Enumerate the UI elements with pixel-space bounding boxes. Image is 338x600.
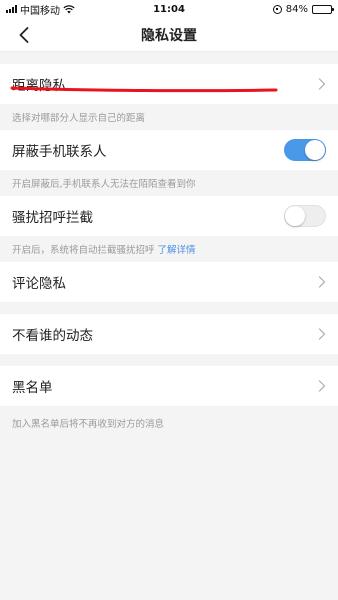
status-left: 中国移动 xyxy=(6,2,75,17)
comment-privacy-label: 评论隐私 xyxy=(12,276,66,292)
blacklist-note-text: 加入黑名单后将不再收到对方的消息 xyxy=(12,419,165,430)
status-bar: 中国移动 11:04 84% xyxy=(0,0,338,18)
harassment-block-label: 骚扰招呼拦截 xyxy=(12,210,93,226)
harassment-block-row: 骚扰招呼拦截 xyxy=(0,196,338,236)
nav-bar: 隐私设置 xyxy=(0,18,338,52)
block-contacts-note-text: 开启屏蔽后,手机联系人无法在陌陌查看到你 xyxy=(12,179,196,190)
block-contacts-label: 屏蔽手机联系人 xyxy=(12,144,107,160)
carrier-label: 中国移动 xyxy=(20,5,60,17)
blacklist-label: 黑名单 xyxy=(12,380,53,396)
battery-percent: 84% xyxy=(285,3,308,15)
chevron-right-icon xyxy=(318,380,326,392)
blacklist-note: 加入黑名单后将不再收到对方的消息 xyxy=(0,406,338,440)
block-contacts-row: 屏蔽手机联系人 xyxy=(0,130,338,170)
status-right: 84% xyxy=(272,3,334,15)
block-contacts-note: 开启屏蔽后,手机联系人无法在陌陌查看到你 xyxy=(0,170,338,196)
chevron-right-icon xyxy=(318,78,326,90)
toggle-knob xyxy=(285,206,305,226)
toggle-knob xyxy=(305,140,325,160)
harassment-block-note-text: 开启后，系统将自动拦截骚扰招呼 xyxy=(12,245,155,256)
orientation-lock-icon xyxy=(272,4,282,14)
page-title: 隐私设置 xyxy=(141,27,197,44)
block-contacts-toggle[interactable] xyxy=(284,139,326,161)
hide-feed-label: 不看谁的动态 xyxy=(12,328,93,344)
blacklist-row[interactable]: 黑名单 xyxy=(0,366,338,406)
signal-icon xyxy=(6,5,17,13)
hide-feed-row[interactable]: 不看谁的动态 xyxy=(0,314,338,354)
distance-privacy-note: 选择对哪部分人显示自己的距离 xyxy=(0,104,338,130)
comment-privacy-row[interactable]: 评论隐私 xyxy=(0,262,338,302)
battery-icon xyxy=(312,4,334,14)
chevron-right-icon xyxy=(318,276,326,288)
distance-privacy-row[interactable]: 距离隐私 xyxy=(0,64,338,104)
harassment-block-toggle[interactable] xyxy=(284,205,326,227)
wifi-icon xyxy=(63,4,75,13)
back-button[interactable] xyxy=(14,25,34,45)
harassment-block-note: 开启后，系统将自动拦截骚扰招呼 了解详情 xyxy=(0,236,338,262)
distance-privacy-label: 距离隐私 xyxy=(12,78,66,94)
chevron-left-icon xyxy=(19,27,29,43)
distance-privacy-note-text: 选择对哪部分人显示自己的距离 xyxy=(12,113,146,124)
chevron-right-icon xyxy=(318,328,326,340)
learn-more-link[interactable]: 了解详情 xyxy=(158,242,196,256)
